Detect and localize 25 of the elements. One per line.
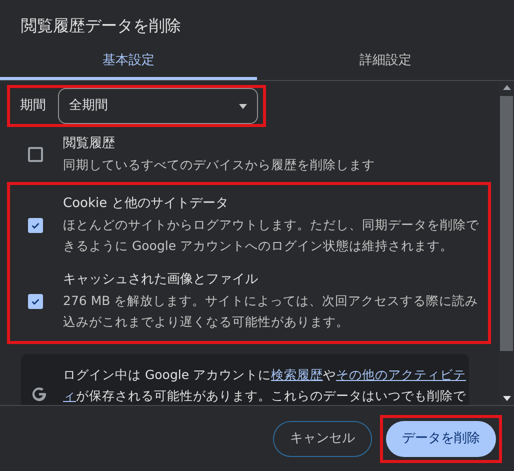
period-label: 期間 (20, 97, 46, 116)
checkbox[interactable] (28, 218, 43, 232)
checkbox[interactable] (28, 147, 43, 162)
scroll-down-icon[interactable] (502, 396, 510, 401)
option-description: 276 MB を解放します。サイトによっては、次回アクセスする際に読み 込みがこれまでより遅くなる可能性があります。 (63, 292, 478, 331)
link[interactable]: 検索履歴 (271, 367, 324, 382)
option-description: ほとんどのサイトからログアウトします。ただし、同期データを削除で きるように Google アカウントへのログイン状態は維持されます。 (63, 216, 479, 255)
g-letter-icon (31, 386, 47, 402)
dropdown-arrow-icon (239, 104, 247, 108)
tab[interactable]: 詳細設定 (257, 44, 514, 80)
option-title: Cookie と他のサイトデータ (63, 195, 230, 213)
delete-data-button[interactable]: データを削除 (386, 420, 496, 456)
period-dropdown[interactable]: 全期間 (58, 88, 258, 124)
checkbox[interactable] (28, 294, 43, 308)
option-title: 閲覧履歴 (63, 135, 116, 153)
link[interactable]: その他のアクティビテ (336, 367, 466, 382)
option-description: 同期しているすべてのデバイスから履歴を削除します (63, 156, 375, 174)
option-title: キャッシュされた画像とファイル (63, 271, 259, 289)
cancel-button[interactable]: キャンセル (273, 420, 372, 456)
link[interactable]: ィ (63, 388, 76, 403)
scroll-thumb[interactable] (500, 96, 513, 351)
scroll-up-icon[interactable] (502, 85, 510, 90)
tab[interactable]: 基本設定 (0, 44, 257, 80)
info-text: ログイン中は Google アカウントに検索履歴やその他のアクティビテ ィ が保存される可能性があります。これらのデータはいつでも削除で (63, 366, 466, 405)
dialog-title: 閲覧履歴データを削除 (20, 15, 181, 37)
